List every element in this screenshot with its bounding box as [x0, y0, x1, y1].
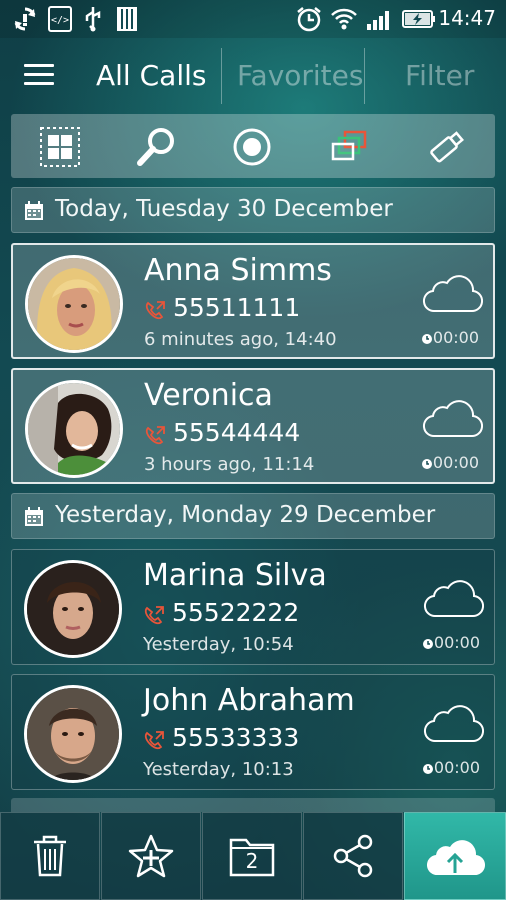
timer-icon	[423, 764, 433, 774]
date-header: Today, Tuesday 30 December	[11, 187, 495, 233]
cloud-icon[interactable]	[422, 574, 484, 622]
folder-count: 2	[245, 849, 259, 873]
cloud-icon[interactable]	[422, 699, 484, 747]
signal-icon	[367, 11, 389, 30]
call-duration: 00:00	[432, 453, 479, 472]
cloud-upload-button[interactable]	[404, 812, 506, 900]
bottom-action-bar: 2	[0, 812, 506, 900]
contact-avatar	[25, 255, 123, 353]
call-time: 6 minutes ago, 14:40	[144, 329, 337, 350]
calendar-icon	[25, 201, 43, 220]
cloud-upload-icon	[426, 840, 486, 876]
contact-name: John Abraham	[143, 683, 355, 718]
tab-filter[interactable]: Filter	[405, 56, 474, 96]
call-item[interactable]: Veronica 55544444 3 hours ago, 11:14 00:…	[11, 368, 495, 484]
call-duration: 00:00	[433, 758, 480, 777]
cloud-icon[interactable]	[421, 394, 483, 442]
status-bar: </> 14:47	[0, 0, 506, 38]
tab-divider	[364, 48, 365, 104]
call-duration: 00:00	[432, 328, 479, 347]
multi-window-icon[interactable]	[329, 126, 371, 168]
svg-text:</>: </>	[51, 15, 69, 26]
sync-icon	[14, 7, 36, 31]
timer-icon	[422, 334, 432, 344]
date-header: Yesterday, Monday 29 December	[11, 493, 495, 539]
contact-name: Marina Silva	[143, 558, 327, 593]
code-icon: </>	[48, 6, 72, 32]
call-item[interactable]: Marina Silva 55522222 Yesterday, 10:54 0…	[11, 549, 495, 665]
contact-number: 55533333	[172, 723, 300, 752]
trash-icon	[34, 835, 66, 877]
call-duration: 00:00	[433, 633, 480, 652]
tab-all-calls[interactable]: All Calls	[96, 56, 206, 96]
call-item[interactable]: Anna Simms 55511111 6 minutes ago, 14:40…	[11, 243, 495, 359]
calendar-icon	[25, 507, 43, 526]
wifi-icon	[331, 8, 357, 30]
outgoing-call-icon	[144, 606, 164, 625]
contact-number: 55511111	[173, 293, 301, 322]
share-button[interactable]	[303, 812, 403, 900]
call-time: Yesterday, 10:54	[143, 634, 294, 655]
timer-icon	[423, 639, 433, 649]
contact-name: Anna Simms	[144, 253, 332, 288]
add-favorite-button[interactable]	[101, 812, 201, 900]
outgoing-call-icon	[145, 301, 165, 320]
alarm-icon	[297, 7, 321, 32]
contact-avatar	[25, 380, 123, 478]
hamburger-menu-icon[interactable]	[24, 64, 54, 86]
select-all-icon[interactable]	[39, 126, 81, 168]
outgoing-call-icon	[144, 731, 164, 750]
cloud-icon[interactable]	[421, 269, 483, 317]
delete-button[interactable]	[0, 812, 100, 900]
outgoing-call-icon	[145, 426, 165, 445]
contact-number: 55544444	[173, 418, 301, 447]
usb-stick-icon[interactable]	[425, 126, 467, 168]
timer-icon	[422, 459, 432, 469]
share-icon	[333, 834, 373, 878]
call-time: Yesterday, 10:13	[143, 759, 294, 780]
next-section-peek	[11, 798, 495, 812]
app-bar: All Calls Favorites Filter	[0, 38, 506, 112]
record-icon[interactable]	[231, 126, 273, 168]
search-icon[interactable]	[135, 126, 177, 168]
contact-number: 55522222	[172, 598, 300, 627]
action-toolbar	[11, 114, 495, 178]
call-item[interactable]: John Abraham 55533333 Yesterday, 10:13 0…	[11, 674, 495, 790]
contact-avatar	[24, 560, 122, 658]
sd-card-icon	[117, 7, 137, 31]
battery-charging-icon	[402, 10, 435, 28]
tab-divider	[221, 48, 222, 104]
date-label: Yesterday, Monday 29 December	[55, 502, 436, 528]
date-label: Today, Tuesday 30 December	[55, 196, 393, 222]
folder-button[interactable]: 2	[202, 812, 302, 900]
add-favorite-icon	[128, 834, 174, 878]
usb-icon	[85, 7, 101, 32]
call-time: 3 hours ago, 11:14	[144, 454, 315, 475]
tab-favorites[interactable]: Favorites	[237, 56, 363, 96]
contact-name: Veronica	[144, 378, 273, 413]
contact-avatar	[24, 685, 122, 783]
status-time: 14:47	[438, 6, 496, 30]
